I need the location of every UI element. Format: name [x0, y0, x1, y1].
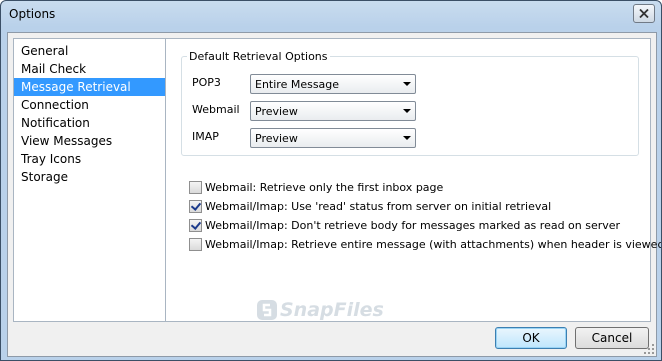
chevron-down-icon — [403, 82, 411, 86]
pop3-select-value: Entire Message — [255, 78, 340, 91]
sidebar-item-message-retrieval[interactable]: Message Retrieval — [14, 78, 168, 96]
sidebar-item-general[interactable]: General — [14, 42, 168, 60]
checkbox[interactable] — [189, 238, 202, 251]
sidebar-item-view-messages[interactable]: View Messages — [14, 132, 168, 150]
checkbox-label: Webmail/Imap: Don't retrieve body for me… — [205, 219, 621, 232]
sidebar-item-tray-icons[interactable]: Tray Icons — [14, 150, 168, 168]
sidebar-item-connection[interactable]: Connection — [14, 96, 168, 114]
sidebar-item-storage[interactable]: Storage — [14, 168, 168, 186]
window-title: Options — [9, 7, 56, 21]
pop3-select[interactable]: Entire Message — [250, 74, 416, 94]
imap-select[interactable]: Preview — [250, 128, 416, 148]
options-window: Options General Mail Check Message Retri… — [0, 0, 662, 361]
webmail-select[interactable]: Preview — [250, 101, 416, 121]
cancel-button[interactable]: Cancel — [575, 327, 649, 349]
category-list[interactable]: General Mail Check Message Retrieval Con… — [13, 38, 168, 322]
pop3-label: POP3 — [192, 76, 221, 89]
checkbox[interactable] — [189, 200, 202, 213]
imap-select-value: Preview — [255, 132, 298, 145]
dialog-body: General Mail Check Message Retrieval Con… — [7, 32, 661, 357]
watermark-text: SnapFiles — [280, 299, 384, 321]
chevron-down-icon — [403, 109, 411, 113]
group-title: Default Retrieval Options — [187, 50, 330, 63]
checkbox-label: Webmail: Retrieve only the first inbox p… — [205, 181, 444, 194]
settings-panel: Default Retrieval Options POP3 Entire Me… — [165, 38, 661, 322]
snapfiles-logo-icon — [257, 300, 277, 320]
checkbox[interactable] — [189, 181, 202, 194]
close-icon — [639, 9, 649, 18]
checkbox[interactable] — [189, 219, 202, 232]
checkbox-label: Webmail/Imap: Retrieve entire message (w… — [205, 238, 662, 251]
chevron-down-icon — [403, 136, 411, 140]
webmail-select-value: Preview — [255, 105, 298, 118]
checkbox-label: Webmail/Imap: Use 'read' status from ser… — [205, 200, 552, 213]
title-bar[interactable]: Options — [1, 1, 661, 29]
ok-button[interactable]: OK — [495, 327, 567, 349]
webmail-label: Webmail — [192, 103, 240, 116]
sidebar-item-notification[interactable]: Notification — [14, 114, 168, 132]
close-button[interactable] — [633, 4, 655, 23]
imap-label: IMAP — [192, 130, 219, 143]
sidebar-item-mail-check[interactable]: Mail Check — [14, 60, 168, 78]
resize-grip-icon[interactable] — [644, 344, 654, 354]
